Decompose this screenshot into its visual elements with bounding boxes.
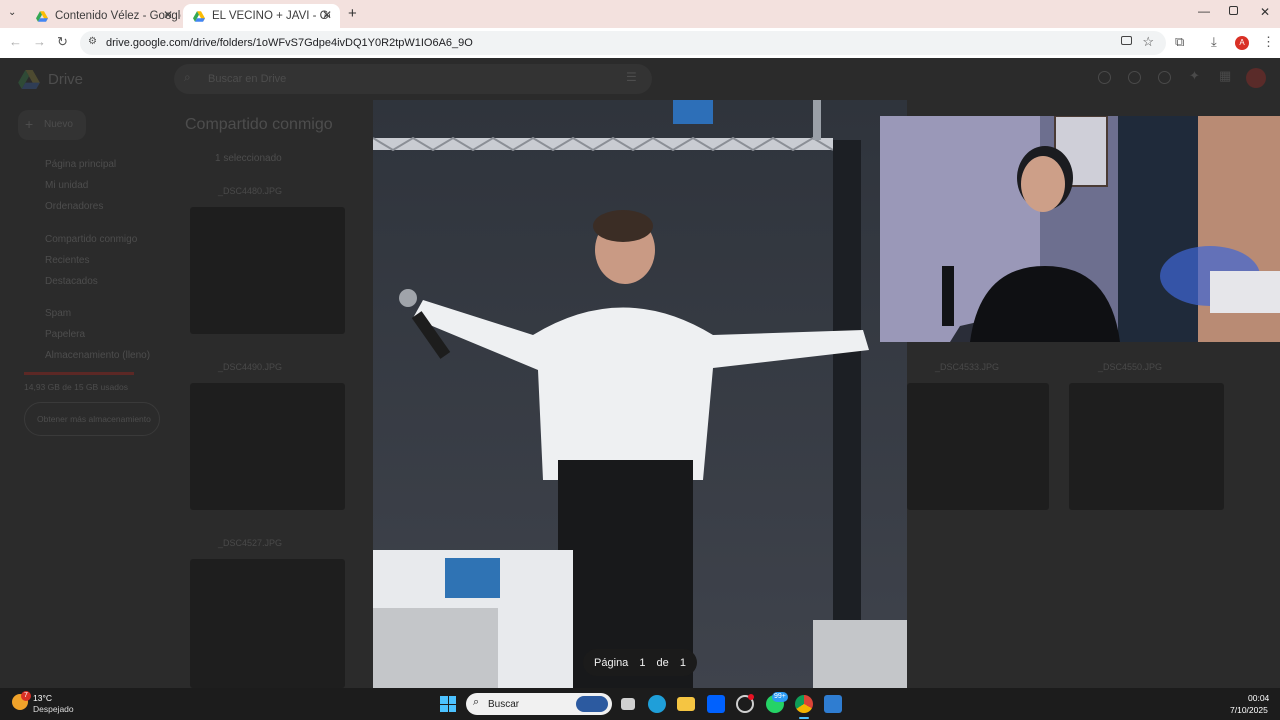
plus-icon: + [25, 116, 34, 132]
sidebar-item-trash[interactable]: Papelera [45, 329, 85, 340]
menu-kebab-icon[interactable]: ⋮ [1262, 34, 1275, 50]
forward-icon[interactable]: → [33, 34, 46, 50]
clock-date[interactable]: 7/10/2025 [1230, 705, 1268, 715]
file-thumbnail[interactable] [190, 559, 345, 688]
file-name: _DSC4533.JPG [935, 362, 1000, 372]
drive-app-name: Drive [48, 71, 84, 88]
weather-badge: 7 [21, 691, 31, 701]
back-icon[interactable]: ← [9, 34, 22, 50]
task-view-icon[interactable] [621, 698, 635, 710]
photos-icon[interactable] [824, 695, 842, 713]
sidebar-item-shared-with-me[interactable]: Compartido conmigo [45, 234, 137, 245]
tab-el-vecino-javi[interactable]: EL VECINO + JAVI - Google Drive ✕ [183, 4, 340, 28]
apps-grid-icon[interactable]: ▦ [1219, 68, 1231, 84]
edge-icon[interactable] [648, 695, 666, 713]
image-preview[interactable]: Página 1 de 1 [373, 100, 907, 688]
sidebar-item-my-drive[interactable]: Mi unidad [45, 180, 88, 191]
search-icon: ⌕ [184, 70, 191, 84]
address-bar[interactable]: ⚙ drive.google.com/drive/folders/1oWFvS7… [80, 31, 1166, 55]
tab-search-icon[interactable]: ⌄ [8, 7, 16, 18]
active-app-indicator [799, 717, 809, 719]
page-of-label: de [656, 656, 669, 669]
page-label: Página [594, 656, 629, 669]
file-thumbnail[interactable] [1069, 383, 1224, 510]
webcam-overlay [880, 116, 1280, 342]
tab-strip: ⌄ Contenido Vélez - Google Drive ✕ EL VE… [0, 0, 1280, 28]
sidebar-item-spam[interactable]: Spam [45, 308, 71, 319]
page-indicator: Página 1 de 1 [583, 649, 697, 676]
reload-icon[interactable]: ↻ [57, 34, 68, 50]
bookmark-star-icon[interactable]: ☆ [1142, 34, 1154, 50]
file-name: _DSC4490.JPG [218, 362, 283, 372]
whatsapp-badge: 99+ [772, 692, 788, 702]
selection-count: 1 seleccionado [215, 153, 282, 164]
clock-time[interactable]: 00:04 [1248, 693, 1269, 703]
weather-widget[interactable]: 7 13°C Despejado [12, 691, 92, 716]
close-window-icon[interactable]: ✕ [1260, 5, 1270, 19]
help-icon[interactable] [1098, 71, 1111, 84]
account-avatar[interactable] [1246, 68, 1266, 88]
sidebar-item-storage[interactable]: Almacenamiento (lleno) [45, 350, 150, 361]
close-tab-icon[interactable]: ✕ [163, 8, 173, 22]
close-tab-icon[interactable]: ✕ [322, 8, 332, 22]
support-icon[interactable] [1128, 71, 1141, 84]
gemini-icon[interactable]: ✦ [1189, 68, 1200, 84]
page-total: 1 [679, 656, 686, 669]
new-tab-icon[interactable]: + [348, 5, 357, 22]
get-more-storage-button[interactable]: Obtener más almacenamiento [24, 402, 160, 436]
weather-temp: 13°C [33, 693, 52, 703]
url-text: drive.google.com/drive/folders/1oWFvS7Gd… [106, 37, 473, 49]
sidebar-item-home[interactable]: Página principal [45, 159, 116, 170]
sidebar-item-computers[interactable]: Ordenadores [45, 201, 103, 212]
file-thumbnail[interactable] [907, 383, 1049, 510]
search-highlight-icon [576, 696, 608, 712]
tab-contenido-velez[interactable]: Contenido Vélez - Google Drive ✕ [26, 4, 181, 28]
file-thumbnail[interactable] [190, 207, 345, 334]
start-button-icon[interactable] [440, 696, 456, 712]
notification-dot [748, 694, 754, 700]
new-button[interactable]: + Nuevo [18, 110, 86, 140]
tab-title: EL VECINO + JAVI - Google Drive [212, 10, 330, 22]
file-thumbnail[interactable] [190, 383, 345, 510]
storage-usage-text: 14,93 GB de 15 GB usados [24, 382, 128, 392]
storage-bar [24, 372, 134, 375]
drive-logo-icon [18, 70, 40, 89]
sidebar-item-starred[interactable]: Destacados [45, 276, 98, 287]
downloads-icon[interactable]: ⤓ [1211, 34, 1217, 50]
file-name: _DSC4527.JPG [218, 538, 283, 548]
new-button-label: Nuevo [44, 119, 73, 130]
page-title: Compartido conmigo [185, 116, 333, 133]
file-name: _DSC4550.JPG [1098, 362, 1163, 372]
windows-taskbar: 7 13°C Despejado ⌕ Buscar 99+ 00:04 7/10… [0, 688, 1280, 720]
minimize-icon[interactable]: — [1198, 4, 1210, 18]
drive-search-placeholder: Buscar en Drive [208, 73, 287, 85]
settings-icon[interactable] [1158, 71, 1171, 84]
taskbar-search-input[interactable]: ⌕ Buscar [466, 693, 612, 715]
drive-search-bar[interactable]: ⌕ Buscar en Drive ☰ [174, 64, 652, 94]
extensions-icon[interactable]: ⧉ [1175, 34, 1184, 50]
site-info-icon[interactable]: ⚙ [88, 36, 97, 47]
file-explorer-icon[interactable] [677, 697, 695, 711]
search-icon: ⌕ [473, 696, 480, 708]
get-more-storage-label: Obtener más almacenamiento [37, 414, 151, 424]
streamer-webcam [880, 116, 1280, 342]
page-current: 1 [639, 656, 646, 669]
weather-desc: Despejado [33, 704, 74, 714]
file-name: _DSC4480.JPG [218, 186, 283, 196]
google-drive-icon [36, 10, 48, 22]
concert-photo [373, 100, 907, 688]
dropbox-icon[interactable] [707, 695, 725, 713]
profile-avatar[interactable]: A [1235, 36, 1249, 50]
restore-icon[interactable] [1229, 6, 1238, 15]
install-app-icon[interactable] [1121, 36, 1132, 45]
search-options-icon[interactable]: ☰ [626, 70, 637, 84]
chrome-icon[interactable] [795, 695, 813, 713]
google-drive-icon [193, 10, 205, 22]
browser-toolbar: ← → ↻ ⚙ drive.google.com/drive/folders/1… [0, 28, 1280, 58]
sidebar-item-recent[interactable]: Recientes [45, 255, 89, 266]
taskbar-search-placeholder: Buscar [488, 698, 520, 710]
